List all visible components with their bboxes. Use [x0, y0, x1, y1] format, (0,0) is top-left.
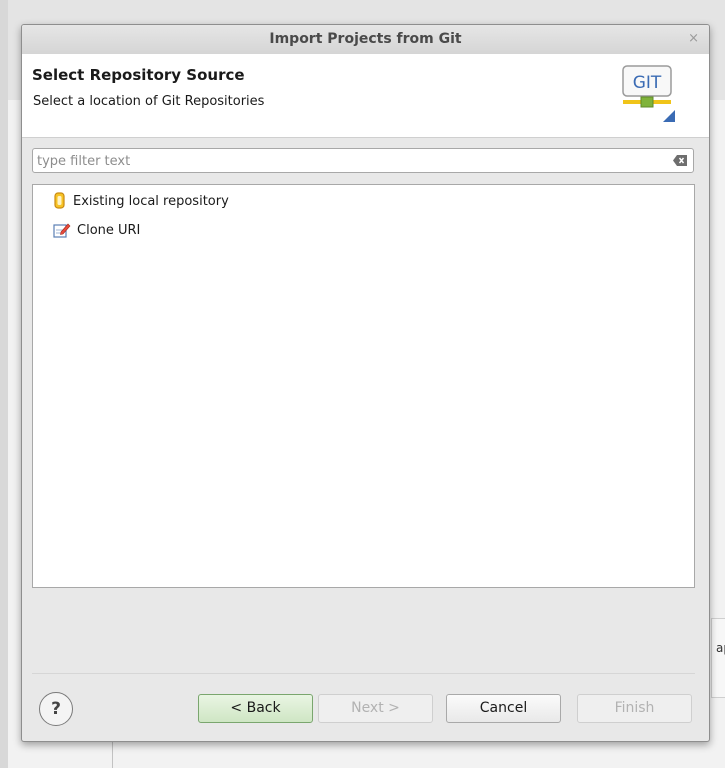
- background-divider: [112, 740, 113, 768]
- background-left-column: [0, 0, 8, 768]
- filter-input[interactable]: [35, 151, 659, 172]
- list-item-label: Existing local repository: [73, 193, 229, 209]
- import-dialog: Import Projects from Git × Select Reposi…: [21, 24, 710, 742]
- repository-icon: [54, 192, 65, 209]
- close-icon[interactable]: ×: [688, 31, 699, 46]
- clone-uri-icon: [53, 223, 71, 238]
- list-item-existing-local-repository[interactable]: Existing local repository: [53, 190, 229, 212]
- footer-separator: [32, 673, 695, 674]
- finish-button[interactable]: Finish: [577, 694, 692, 723]
- git-logo: GIT: [622, 65, 675, 122]
- background-partial-text: ap: [716, 641, 725, 655]
- page-title: Select Repository Source: [32, 66, 245, 84]
- help-button[interactable]: ?: [39, 692, 73, 726]
- background-partial-field: ap: [711, 618, 725, 698]
- list-item-clone-uri[interactable]: Clone URI: [53, 219, 140, 241]
- list-item-label: Clone URI: [77, 222, 141, 238]
- wizard-header: Select Repository Source Select a locati…: [22, 54, 709, 138]
- back-button[interactable]: < Back: [198, 694, 313, 723]
- git-logo-text: GIT: [633, 73, 662, 93]
- dialog-title: Import Projects from Git: [269, 31, 462, 47]
- next-button[interactable]: Next >: [318, 694, 433, 723]
- cancel-button[interactable]: Cancel: [446, 694, 561, 723]
- dialog-titlebar[interactable]: Import Projects from Git ×: [22, 25, 709, 55]
- filter-field: [32, 148, 694, 173]
- page-subtitle: Select a location of Git Repositories: [33, 94, 265, 109]
- clear-filter-icon[interactable]: [673, 155, 687, 166]
- repository-source-list: Existing local repository Clone URI: [32, 184, 695, 588]
